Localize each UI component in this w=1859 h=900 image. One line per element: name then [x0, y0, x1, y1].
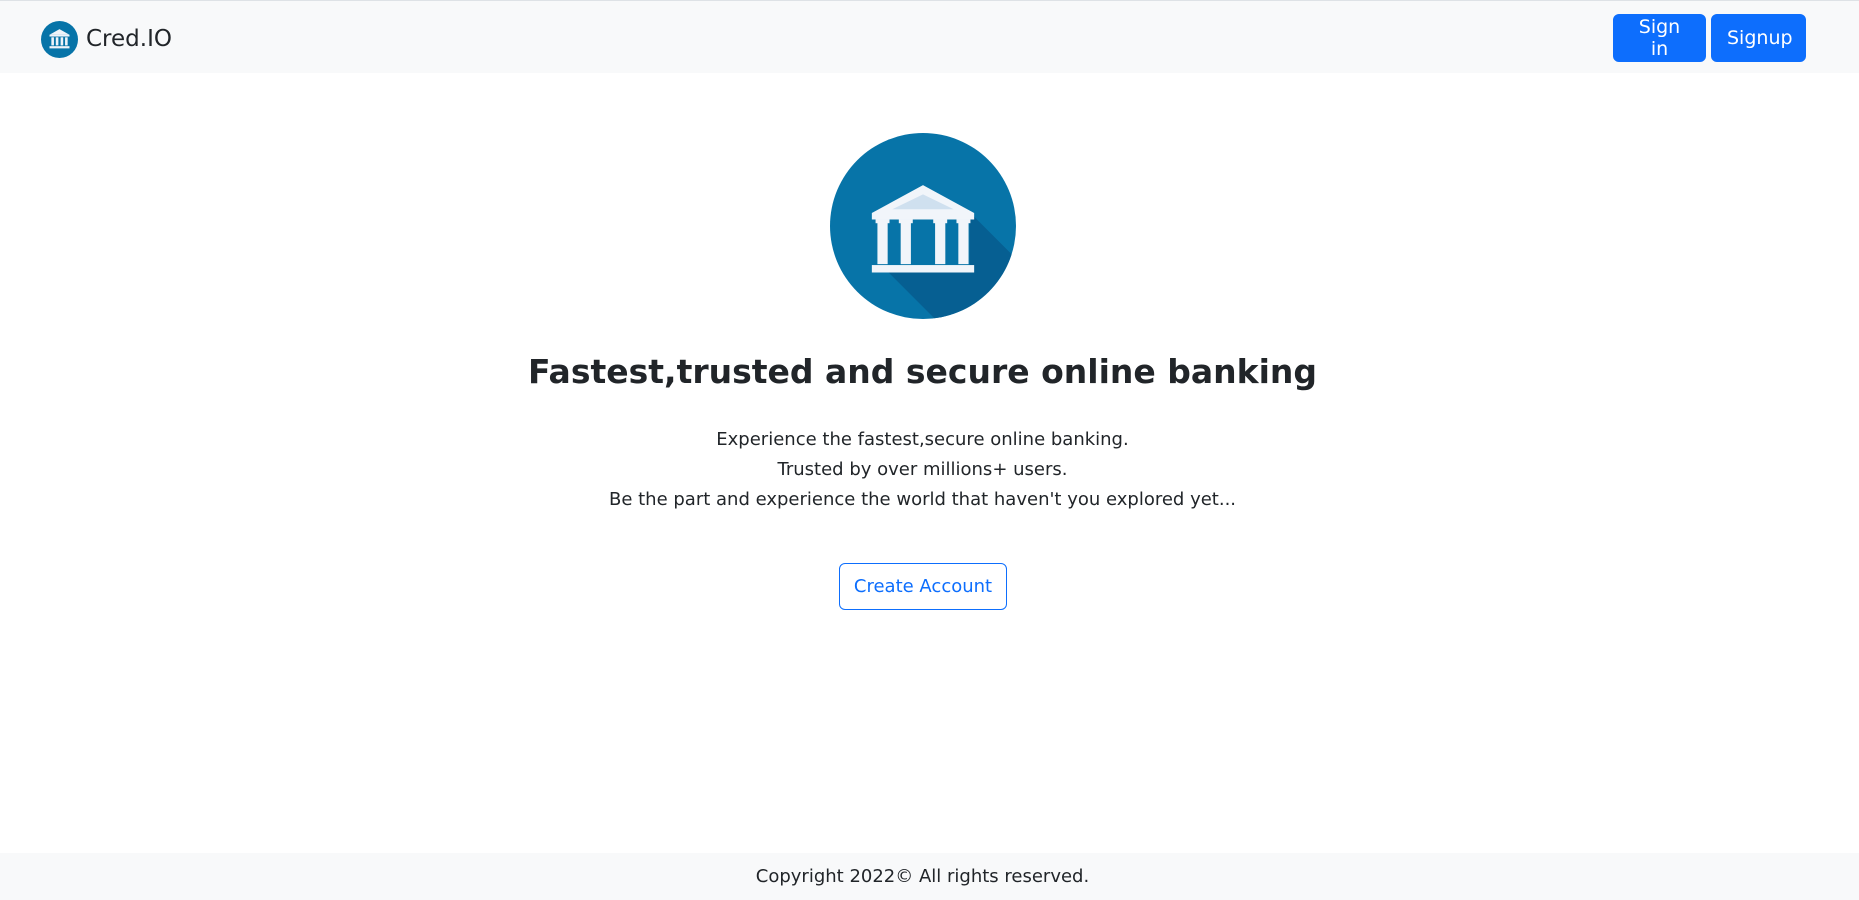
hero-line: Trusted by over millions+ users.	[777, 459, 1068, 480]
nav-buttons: Sign in Signup	[1613, 14, 1806, 62]
signin-button[interactable]: Sign in	[1613, 14, 1706, 62]
create-account-button[interactable]: Create Account	[839, 563, 1007, 610]
copyright-text: Copyright 2022© All rights reserved.	[755, 866, 1090, 887]
signup-button[interactable]: Signup	[1711, 14, 1806, 62]
hero-description: Experience the fastest,secure online ban…	[0, 425, 1845, 515]
hero-title: Fastest,trusted and secure online bankin…	[527, 352, 1318, 391]
brand-link[interactable]: Cred.IO	[41, 20, 172, 58]
bank-icon	[41, 20, 78, 58]
hero-line: Experience the fastest,secure online ban…	[716, 429, 1129, 450]
navbar: Cred.IO Sign in Signup	[0, 0, 1859, 73]
brand-name: Cred.IO	[86, 26, 172, 52]
bank-building-icon	[830, 133, 1016, 319]
footer: Copyright 2022© All rights reserved.	[0, 853, 1859, 900]
hero-line: Be the part and experience the world tha…	[608, 489, 1237, 510]
